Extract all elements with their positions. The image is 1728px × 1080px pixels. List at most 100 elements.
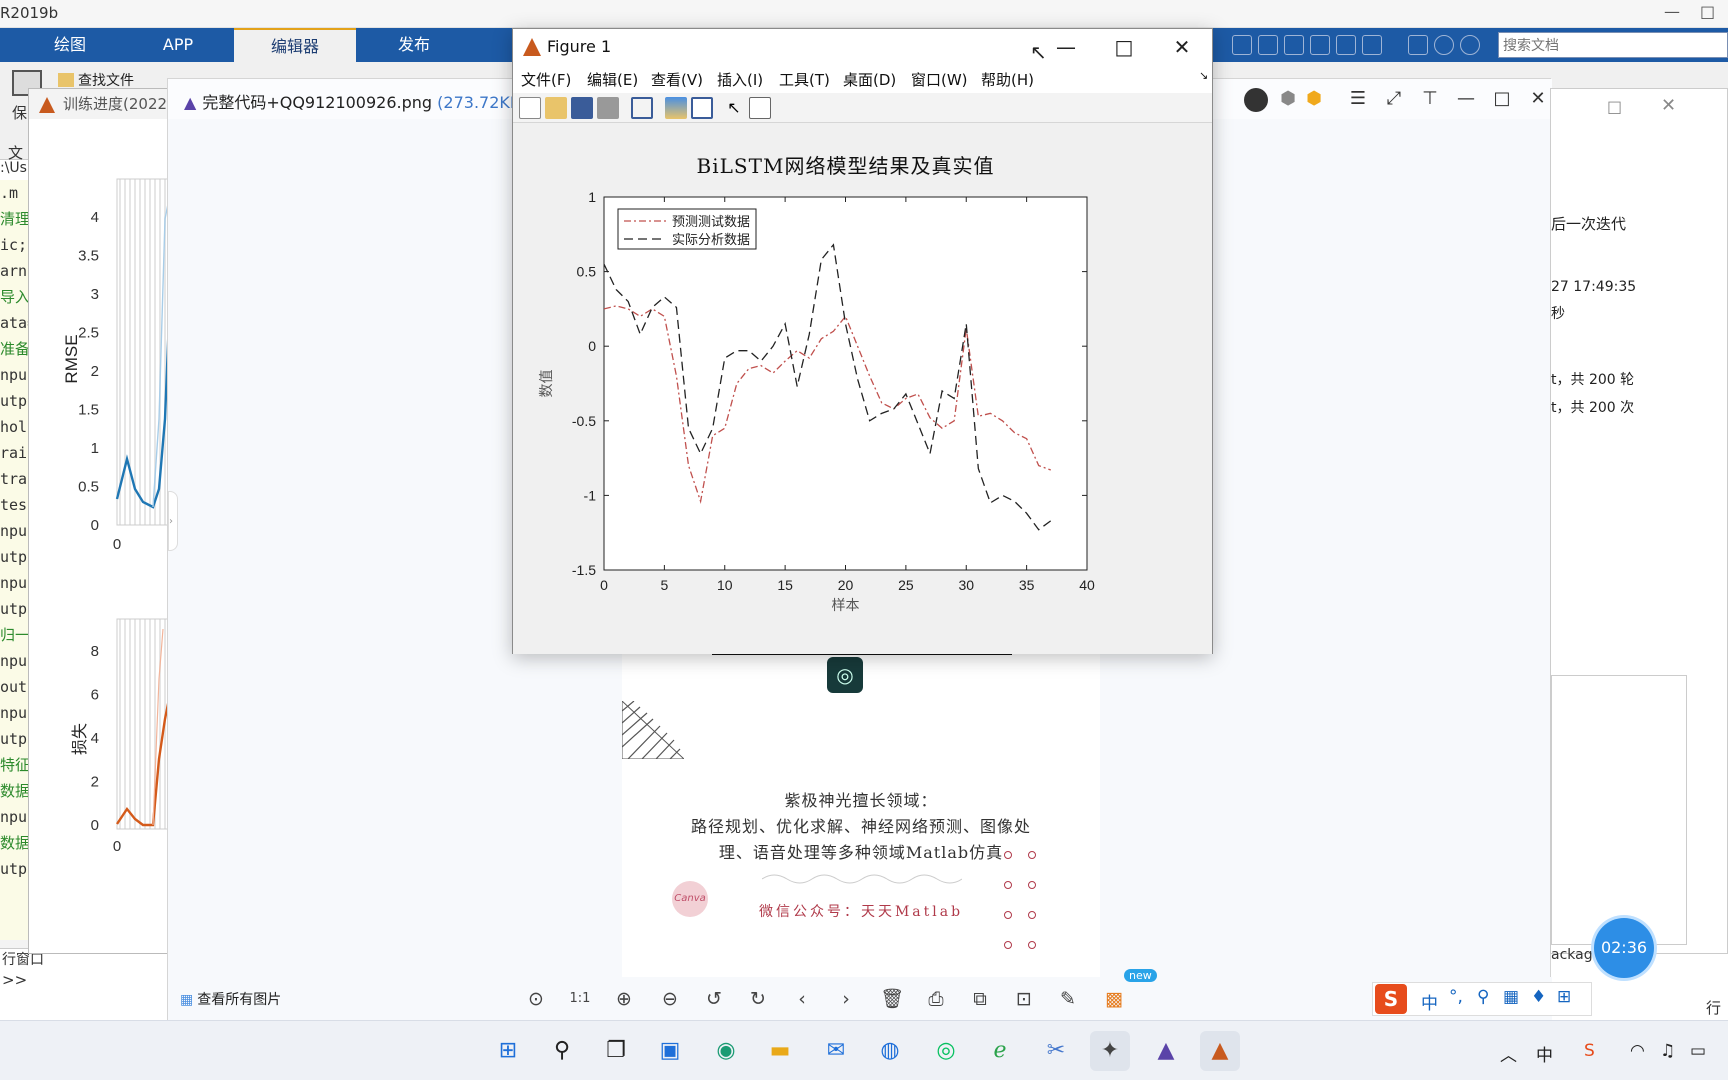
recording-timer[interactable]: 02:36 (1594, 918, 1654, 978)
code-line[interactable]: nput (0, 362, 28, 388)
search-documentation-input[interactable] (1498, 32, 1728, 58)
ime-chinese-mode[interactable]: 中 (1421, 989, 1438, 1014)
badge-icon[interactable]: ⬢ (1300, 87, 1328, 111)
close-icon[interactable]: ✕ (1661, 95, 1676, 116)
toolbox-icon[interactable]: ⊞ (1557, 987, 1571, 1007)
zoom-in-icon[interactable]: ⊕ (610, 985, 638, 1013)
shield-icon[interactable]: ⬢ (1274, 87, 1302, 111)
switch-windows-icon[interactable] (1408, 35, 1428, 55)
paste-icon[interactable] (1310, 35, 1330, 55)
help-icon[interactable] (1434, 35, 1454, 55)
wifi-icon[interactable]: ◠ (1630, 1041, 1645, 1061)
link-plot-icon[interactable] (631, 97, 653, 119)
widgets-icon[interactable]: ▣ (650, 1031, 690, 1071)
tab-plots[interactable]: 绘图 (30, 28, 110, 62)
print-icon[interactable]: ⎙ (922, 985, 950, 1013)
copy-image-icon[interactable]: ⧉ (966, 985, 994, 1013)
recorder-app-icon[interactable]: ✦ (1090, 1031, 1130, 1071)
sogou-logo-icon[interactable]: S (1375, 984, 1407, 1014)
edge-browser-icon[interactable]: ◉ (706, 1031, 746, 1071)
maximize-icon[interactable]: □ (1607, 97, 1622, 116)
minimize-icon[interactable]: — (1664, 2, 1680, 21)
legend-icon[interactable] (691, 97, 713, 119)
delete-icon[interactable]: 🗑 (878, 985, 906, 1013)
tray-sogou-icon[interactable]: S (1584, 1041, 1595, 1061)
avatar-icon[interactable] (1244, 88, 1268, 112)
menu-insert[interactable]: 插入(I) (717, 69, 763, 90)
close-icon[interactable]: ✕ (1153, 29, 1211, 65)
pin-icon[interactable]: ⊤ (1416, 87, 1444, 111)
maximize-icon[interactable]: □ (1095, 29, 1153, 65)
tab-apps[interactable]: APP (140, 28, 216, 62)
menu-file[interactable]: 文件(F) (521, 69, 571, 90)
battery-icon[interactable]: ▭ (1690, 1041, 1706, 1061)
code-line[interactable]: utpu (0, 544, 28, 570)
view-all-images-button[interactable]: ▦ 查看所有图片 (180, 989, 281, 1009)
punctuation-icon[interactable]: °, (1449, 987, 1463, 1007)
code-line[interactable]: outp (0, 674, 28, 700)
code-line[interactable]: 数据 (0, 778, 28, 804)
new-figure-icon[interactable] (519, 97, 541, 119)
crop-icon[interactable]: ⊡ (1010, 985, 1038, 1013)
maximize-icon[interactable]: □ (1488, 87, 1516, 111)
save-icon[interactable] (1232, 35, 1252, 55)
training-progress-window[interactable]: 训练进度(2022- RMSE 损失 4 3.5 3 2.5 2 1.5 1 0.5 0 864… (28, 88, 169, 954)
print-icon[interactable] (597, 97, 619, 119)
property-editor-icon[interactable] (749, 97, 771, 119)
code-line[interactable]: hole (0, 414, 28, 440)
start-icon[interactable]: ⊞ (488, 1031, 528, 1071)
skin-icon[interactable]: ♦ (1531, 987, 1546, 1007)
menu-window[interactable]: 窗口(W) (911, 69, 968, 90)
code-line[interactable]: 准备 (0, 336, 28, 362)
minimize-icon[interactable]: — (1452, 87, 1480, 111)
code-line[interactable]: test (0, 492, 28, 518)
menu-desktop[interactable]: 桌面(D) (843, 69, 896, 90)
colorbar-icon[interactable] (665, 97, 687, 119)
code-line[interactable]: nput (0, 804, 28, 830)
code-line[interactable]: trai (0, 466, 28, 492)
browser-icon[interactable]: ℯ (980, 1031, 1020, 1071)
fullscreen-icon[interactable]: ⤢ (1380, 87, 1408, 111)
tab-editor[interactable]: 编辑器 (234, 28, 356, 62)
dropdown-icon[interactable] (1460, 35, 1480, 55)
code-line[interactable]: 数据 (0, 830, 28, 856)
task-view-icon[interactable]: ❐ (596, 1031, 636, 1071)
wechat-icon[interactable]: ◎ (926, 1031, 966, 1071)
keyboard-icon[interactable]: ▦ (1503, 987, 1519, 1007)
find-files-button[interactable]: 查找文件 (58, 70, 134, 90)
zoom-out-icon[interactable]: ⊖ (656, 985, 684, 1013)
code-line[interactable]: nput (0, 570, 28, 596)
next-icon[interactable]: › (832, 985, 860, 1013)
apps-icon[interactable]: ▩ (1100, 985, 1128, 1013)
mail-icon[interactable]: ✉ (816, 1031, 856, 1071)
code-line[interactable]: utpu (0, 596, 28, 622)
code-line[interactable]: ata= (0, 310, 28, 336)
code-line[interactable]: 清理 (0, 206, 28, 232)
microphone-icon[interactable]: ⚲ (1477, 987, 1489, 1007)
tray-ime-icon[interactable]: 中 (1536, 1041, 1553, 1066)
code-line[interactable]: utpu (0, 388, 28, 414)
code-line[interactable]: .m (0, 180, 28, 206)
menu-edit[interactable]: 编辑(E) (587, 69, 638, 90)
snipping-tool-icon[interactable]: ✂ (1036, 1031, 1076, 1071)
copy-icon[interactable] (1284, 35, 1304, 55)
actual-size-icon[interactable]: 1:1 (566, 985, 594, 1013)
edit-icon[interactable]: ✎ (1054, 985, 1082, 1013)
tray-overflow-icon[interactable]: ︿ (1500, 1041, 1517, 1066)
cut-icon[interactable] (1258, 35, 1278, 55)
menu-view[interactable]: 查看(V) (651, 69, 703, 90)
rotate-right-icon[interactable]: ↻ (744, 985, 772, 1013)
code-line[interactable]: 特征 (0, 752, 28, 778)
lync-icon[interactable]: ◍ (870, 1031, 910, 1071)
menu-tools[interactable]: 工具(T) (779, 69, 830, 90)
matlab-taskbar-icon[interactable]: ▲ (1200, 1031, 1240, 1071)
code-line[interactable]: 导入 (0, 284, 28, 310)
code-line[interactable]: utpu (0, 726, 28, 752)
photos-app-icon[interactable]: ▲ (1146, 1031, 1186, 1071)
code-line[interactable]: nput (0, 518, 28, 544)
close-icon[interactable]: ✕ (1524, 87, 1552, 111)
maximize-icon[interactable]: □ (1700, 2, 1715, 21)
code-line[interactable]: arni (0, 258, 28, 284)
undo-icon[interactable] (1336, 35, 1356, 55)
file-explorer-icon[interactable]: ▬ (760, 1031, 800, 1071)
